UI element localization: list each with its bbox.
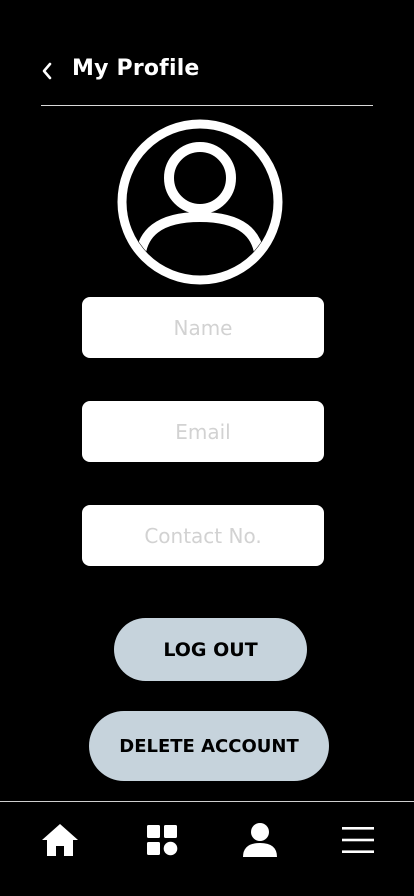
header-divider [41, 105, 373, 106]
back-button[interactable] [36, 58, 58, 84]
nav-profile[interactable] [240, 820, 280, 860]
contact-number-field[interactable] [82, 505, 324, 566]
email-field[interactable] [82, 401, 324, 462]
nav-home[interactable] [40, 820, 80, 860]
delete-account-button[interactable]: DELETE ACCOUNT [89, 711, 329, 781]
page-title: My Profile [72, 56, 200, 81]
header: My Profile [0, 50, 414, 92]
nav-dashboard[interactable] [142, 820, 182, 860]
grid-icon [147, 825, 178, 856]
delete-account-button-label: DELETE ACCOUNT [119, 735, 299, 757]
avatar[interactable] [116, 118, 284, 286]
chevron-left-icon [42, 62, 52, 80]
nav-menu[interactable] [338, 820, 378, 860]
logout-button[interactable]: LOG OUT [114, 618, 307, 681]
profile-icon [243, 823, 277, 857]
menu-icon [342, 827, 374, 853]
bottom-navigation [0, 801, 414, 896]
home-icon [42, 824, 78, 856]
name-field[interactable] [82, 297, 324, 358]
user-circle-icon [117, 119, 283, 285]
logout-button-label: LOG OUT [163, 638, 258, 661]
